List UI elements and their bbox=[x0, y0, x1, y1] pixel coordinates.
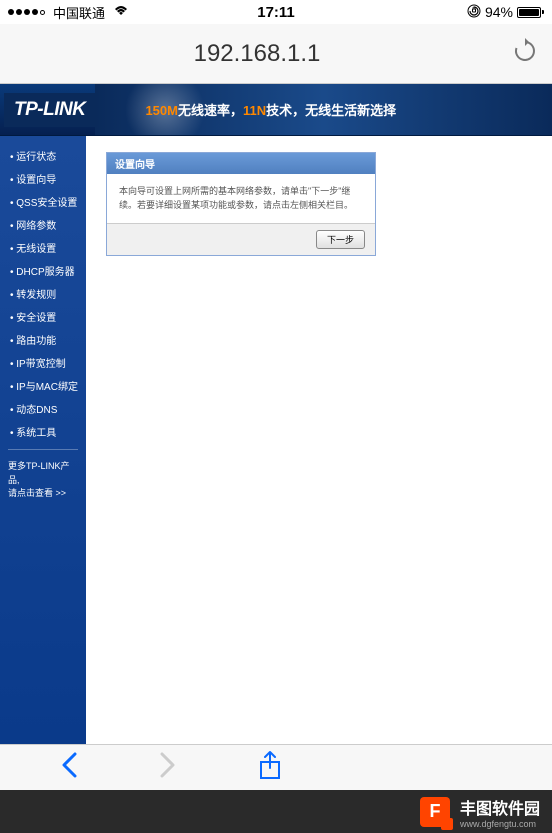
panel-title: 设置向导 bbox=[107, 153, 375, 174]
banner: 150M无线速率，11N技术，无线生活新选择 bbox=[95, 84, 552, 135]
url-bar[interactable]: 192.168.1.1 bbox=[0, 24, 552, 84]
menu-ddns[interactable]: 动态DNS bbox=[0, 397, 86, 420]
sidebar: 运行状态 设置向导 QSS安全设置 网络参数 无线设置 DHCP服务器 转发规则… bbox=[0, 136, 86, 744]
forward-button[interactable] bbox=[159, 751, 177, 784]
watermark-text: 丰图软件园 www.dgfengtu.com bbox=[460, 795, 540, 829]
rotation-lock-icon bbox=[467, 4, 481, 21]
browser-toolbar bbox=[0, 744, 552, 790]
battery-pct: 94% bbox=[485, 4, 513, 20]
battery-icon bbox=[517, 7, 544, 18]
next-button[interactable]: 下一步 bbox=[316, 230, 365, 249]
banner-text: 150M无线速率，11N技术，无线生活新选择 bbox=[145, 100, 396, 119]
share-button[interactable] bbox=[258, 750, 282, 785]
signal-dots-icon bbox=[8, 9, 45, 15]
watermark-url: www.dgfengtu.com bbox=[460, 819, 536, 829]
sidebar-footer[interactable]: 更多TP-LINK产品, 请点击查看 >> bbox=[0, 456, 86, 505]
carrier-label: 中国联通 bbox=[53, 3, 105, 22]
menu-dhcp[interactable]: DHCP服务器 bbox=[0, 259, 86, 282]
menu-security[interactable]: 安全设置 bbox=[0, 305, 86, 328]
menu-qss[interactable]: QSS安全设置 bbox=[0, 190, 86, 213]
router-body: 运行状态 设置向导 QSS安全设置 网络参数 无线设置 DHCP服务器 转发规则… bbox=[0, 136, 552, 744]
menu-wizard[interactable]: 设置向导 bbox=[0, 167, 86, 190]
url-text[interactable]: 192.168.1.1 bbox=[14, 40, 500, 68]
menu-forward[interactable]: 转发规则 bbox=[0, 282, 86, 305]
watermark-logo-icon: F bbox=[420, 797, 450, 827]
wizard-panel: 设置向导 本向导可设置上网所需的基本网络参数，请单击"下一步"继续。若要详细设置… bbox=[106, 152, 376, 256]
router-header: TP-LINK 150M无线速率，11N技术，无线生活新选择 bbox=[0, 84, 552, 136]
menu-system[interactable]: 系统工具 bbox=[0, 420, 86, 443]
clock: 17:11 bbox=[257, 4, 295, 21]
menu-wireless[interactable]: 无线设置 bbox=[0, 236, 86, 259]
status-right: 94% bbox=[467, 4, 544, 21]
menu-network[interactable]: 网络参数 bbox=[0, 213, 86, 236]
reload-icon[interactable] bbox=[512, 38, 538, 69]
status-left: 中国联通 bbox=[8, 3, 129, 22]
router-admin-page: TP-LINK 150M无线速率，11N技术，无线生活新选择 运行状态 设置向导… bbox=[0, 84, 552, 744]
content-area: 设置向导 本向导可设置上网所需的基本网络参数，请单击"下一步"继续。若要详细设置… bbox=[86, 136, 552, 744]
menu-status[interactable]: 运行状态 bbox=[0, 144, 86, 167]
tp-link-logo: TP-LINK bbox=[4, 93, 95, 127]
wifi-icon bbox=[113, 4, 129, 20]
panel-body: 本向导可设置上网所需的基本网络参数，请单击"下一步"继续。若要详细设置某项功能或… bbox=[107, 174, 375, 223]
menu-routing[interactable]: 路由功能 bbox=[0, 328, 86, 351]
watermark-title: 丰图软件园 bbox=[460, 795, 540, 819]
back-button[interactable] bbox=[60, 751, 78, 784]
status-bar: 中国联通 17:11 94% bbox=[0, 0, 552, 24]
panel-footer: 下一步 bbox=[107, 223, 375, 255]
watermark: F 丰图软件园 www.dgfengtu.com bbox=[0, 790, 552, 833]
menu-bandwidth[interactable]: IP带宽控制 bbox=[0, 351, 86, 374]
sidebar-divider bbox=[8, 449, 78, 450]
menu-ipmac[interactable]: IP与MAC绑定 bbox=[0, 374, 86, 397]
